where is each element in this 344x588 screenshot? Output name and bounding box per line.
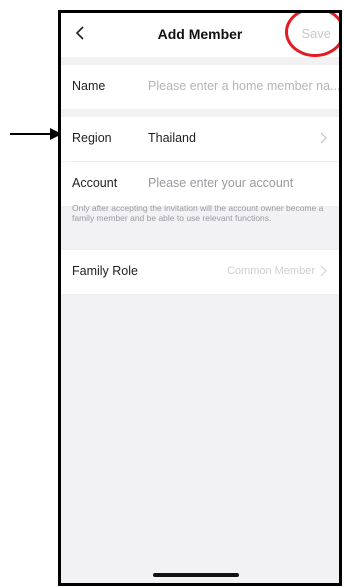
invitation-hint: Only after accepting the invitation will… (72, 203, 324, 223)
chevron-right-icon (320, 265, 327, 277)
name-label: Name (72, 79, 106, 93)
region-value: Thailand (148, 131, 196, 145)
chevron-right-icon (320, 132, 327, 144)
home-indicator (153, 573, 239, 577)
name-input[interactable]: Please enter a home member na... (148, 79, 339, 93)
save-button[interactable]: Save (301, 26, 331, 41)
account-label: Account (72, 176, 118, 190)
family-role-row[interactable]: Family Role Common Member (61, 250, 339, 294)
annotation-arrow-icon (10, 128, 62, 140)
family-role-value: Common Member (226, 265, 315, 277)
family-role-label: Family Role (72, 264, 138, 278)
page-title: Add Member (157, 26, 243, 42)
navigation-bar: Add Member Save (61, 13, 339, 57)
name-row[interactable]: Name Please enter a home member na... (61, 65, 339, 109)
account-input[interactable]: Please enter your account (148, 176, 293, 190)
account-row[interactable]: Account Please enter your account (61, 162, 339, 206)
region-label: Region (72, 131, 112, 145)
phone-frame: Add Member Save Name Please enter a home… (58, 10, 342, 586)
region-row[interactable]: Region Thailand (61, 117, 339, 161)
